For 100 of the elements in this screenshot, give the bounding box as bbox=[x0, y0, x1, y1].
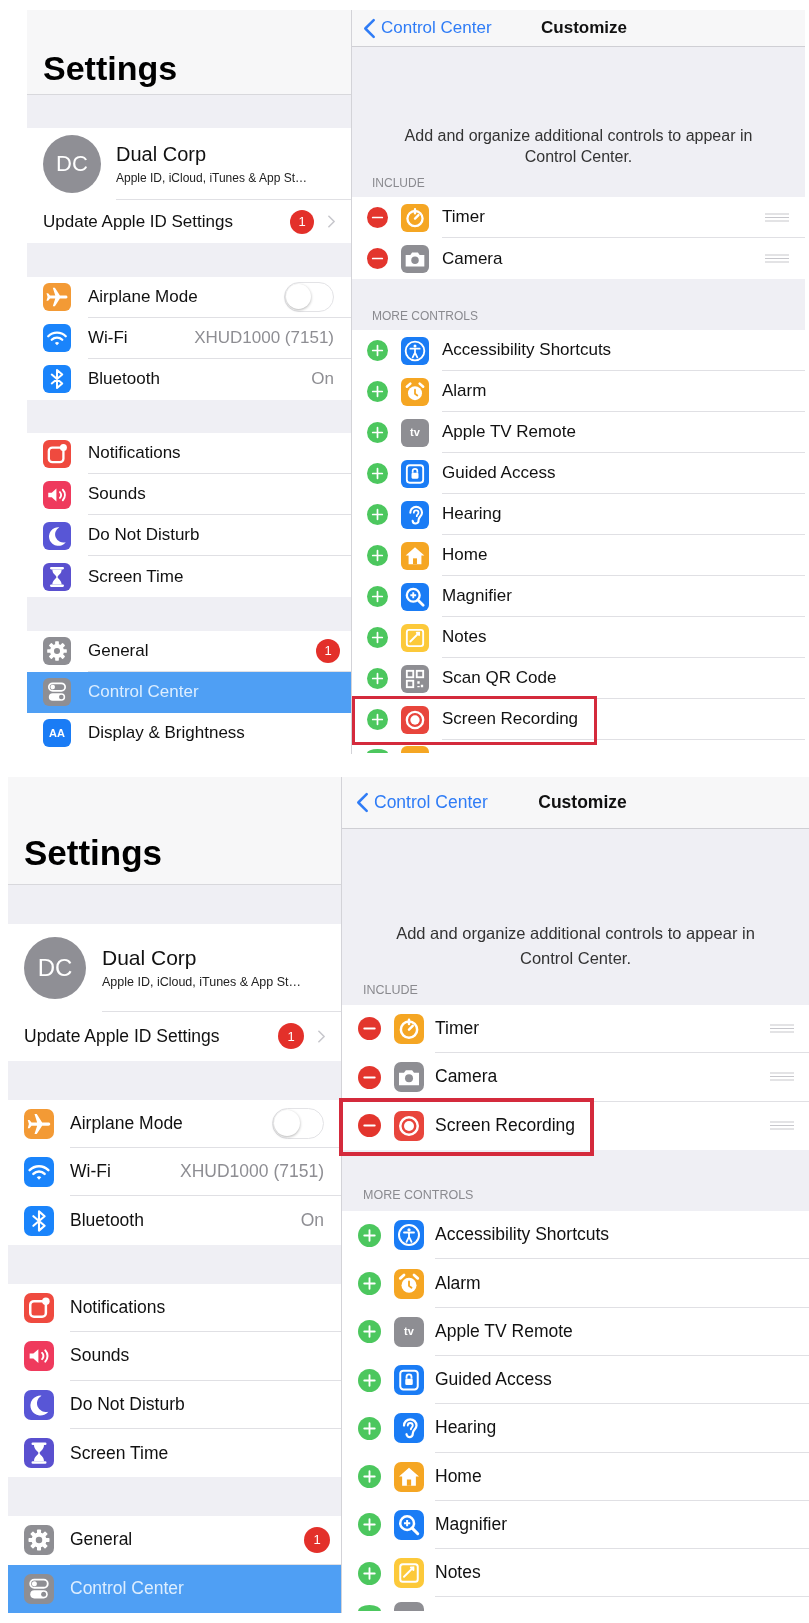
bluetooth-icon bbox=[24, 1205, 54, 1236]
toggle-switch[interactable] bbox=[272, 1107, 324, 1139]
add-icon[interactable] bbox=[358, 1416, 381, 1440]
drag-handle-icon[interactable] bbox=[765, 254, 789, 263]
remove-icon[interactable] bbox=[358, 1114, 381, 1138]
settings-item[interactable]: General 1 bbox=[27, 630, 351, 672]
settings-item[interactable]: Notifications bbox=[8, 1283, 341, 1333]
hourglass-icon bbox=[43, 562, 71, 591]
remove-icon[interactable] bbox=[367, 207, 388, 228]
add-icon[interactable] bbox=[367, 545, 388, 566]
back-icon bbox=[356, 791, 369, 813]
account-name: Dual Corp bbox=[116, 142, 208, 166]
nav-title: Customize bbox=[538, 791, 627, 813]
settings-item[interactable]: Airplane Mode bbox=[8, 1099, 341, 1148]
settings-item[interactable]: Screen Time bbox=[27, 556, 351, 598]
drag-handle-icon[interactable] bbox=[770, 1072, 794, 1082]
wifi-icon bbox=[24, 1157, 54, 1188]
page-title: Settings bbox=[43, 48, 178, 88]
settings-item[interactable]: Bluetooth On bbox=[27, 358, 351, 400]
item-value: XHUD1000 (7151) bbox=[194, 327, 334, 348]
speaker-icon bbox=[24, 1341, 54, 1372]
settings-item[interactable]: Screen Time bbox=[8, 1428, 341, 1478]
settings-item[interactable]: Wi-Fi XHUD1000 (7151) bbox=[8, 1147, 341, 1197]
settings-item[interactable]: Update Apple ID Settings 1 bbox=[8, 1011, 341, 1061]
account-row[interactable]: DC Dual Corp Apple ID, iCloud, iTunes & App St… bbox=[27, 128, 351, 201]
control-label: Accessibility Shortcuts bbox=[442, 340, 613, 360]
notification-badge: 1 bbox=[316, 638, 340, 663]
control-label: Screen Recording bbox=[435, 1115, 577, 1137]
airplane-icon bbox=[24, 1108, 54, 1139]
settings-item[interactable]: General 1 bbox=[8, 1516, 341, 1565]
house-icon bbox=[401, 541, 429, 570]
add-icon[interactable] bbox=[358, 1513, 381, 1537]
add-icon[interactable] bbox=[367, 709, 388, 730]
add-icon[interactable] bbox=[358, 1223, 381, 1247]
add-icon[interactable] bbox=[367, 381, 388, 402]
add-icon[interactable] bbox=[367, 586, 388, 607]
add-icon[interactable] bbox=[358, 1320, 381, 1344]
chevron-icon bbox=[318, 1029, 325, 1043]
control-label: Alarm bbox=[435, 1272, 482, 1294]
back-button[interactable]: Control Center bbox=[363, 17, 492, 39]
accessibility-icon bbox=[401, 336, 429, 365]
nav-title: Customize bbox=[541, 18, 627, 38]
alarm-clock-icon bbox=[394, 1268, 424, 1299]
add-icon[interactable] bbox=[367, 504, 388, 525]
settings-item[interactable]: Sounds bbox=[8, 1332, 341, 1381]
drag-handle-icon[interactable] bbox=[765, 212, 789, 222]
section-header: MORE CONTROLS bbox=[372, 309, 478, 323]
notes-icon bbox=[401, 623, 429, 652]
add-icon[interactable] bbox=[358, 1272, 381, 1295]
gear-icon bbox=[24, 1525, 54, 1556]
back-button[interactable]: Control Center bbox=[356, 791, 488, 813]
section-header: INCLUDE bbox=[363, 982, 418, 997]
add-icon[interactable] bbox=[367, 463, 388, 484]
add-icon[interactable] bbox=[367, 749, 388, 753]
add-icon[interactable] bbox=[358, 1561, 381, 1585]
add-icon[interactable] bbox=[367, 340, 388, 361]
timer-icon bbox=[394, 1013, 424, 1044]
speaker-icon bbox=[43, 480, 71, 509]
bluetooth-icon bbox=[43, 365, 71, 394]
timer-icon bbox=[401, 203, 429, 232]
account-row[interactable]: DC Dual Corp Apple ID, iCloud, iTunes & App St… bbox=[8, 923, 341, 1012]
control-label: Notes bbox=[442, 627, 488, 647]
control-label: Camera bbox=[442, 248, 504, 269]
settings-item[interactable]: Notifications bbox=[27, 433, 351, 475]
add-icon[interactable] bbox=[367, 668, 388, 689]
settings-item[interactable]: Airplane Mode bbox=[27, 276, 351, 318]
settings-item[interactable]: Do Not Disturb bbox=[27, 515, 351, 557]
drag-handle-icon[interactable] bbox=[770, 1121, 794, 1131]
settings-item[interactable]: Wi-Fi XHUD1000 (7151) bbox=[27, 317, 351, 359]
control-label: Hearing bbox=[435, 1417, 498, 1439]
drag-handle-icon[interactable] bbox=[770, 1023, 794, 1033]
remove-icon[interactable] bbox=[367, 248, 388, 269]
toggle-switch[interactable] bbox=[284, 281, 334, 312]
settings-item[interactable]: AA Display & Brightness bbox=[27, 712, 351, 754]
record-icon bbox=[394, 1110, 424, 1141]
section-header: INCLUDE bbox=[372, 176, 425, 190]
add-icon[interactable] bbox=[358, 1368, 381, 1392]
remove-icon[interactable] bbox=[358, 1017, 381, 1041]
remove-icon[interactable] bbox=[358, 1065, 381, 1089]
add-icon[interactable] bbox=[358, 1605, 381, 1612]
tv-icon: tv bbox=[394, 1316, 424, 1347]
control-icon bbox=[401, 746, 429, 753]
control-label: Apple TV Remote bbox=[442, 422, 577, 442]
camera-icon bbox=[394, 1062, 424, 1093]
add-icon[interactable] bbox=[358, 1465, 381, 1489]
accessibility-icon bbox=[394, 1220, 424, 1251]
notification-badge: 1 bbox=[278, 1023, 304, 1050]
description-text: Add and organize additional controls to appear in Control Center. bbox=[395, 922, 756, 969]
add-icon[interactable] bbox=[367, 422, 388, 443]
control-label: Alarm bbox=[442, 381, 488, 401]
settings-item[interactable]: Sounds bbox=[27, 474, 351, 516]
settings-item[interactable]: Do Not Disturb bbox=[8, 1380, 341, 1429]
lock-icon bbox=[401, 459, 429, 488]
account-subtitle: Apple ID, iCloud, iTunes & App St… bbox=[102, 974, 302, 989]
control-label: Timer bbox=[435, 1017, 481, 1039]
add-icon[interactable] bbox=[367, 627, 388, 648]
settings-item[interactable]: Update Apple ID Settings 1 bbox=[27, 200, 351, 244]
moon-icon bbox=[24, 1389, 54, 1420]
settings-item[interactable]: Bluetooth On bbox=[8, 1196, 341, 1245]
item-value: XHUD1000 (7151) bbox=[180, 1161, 324, 1183]
